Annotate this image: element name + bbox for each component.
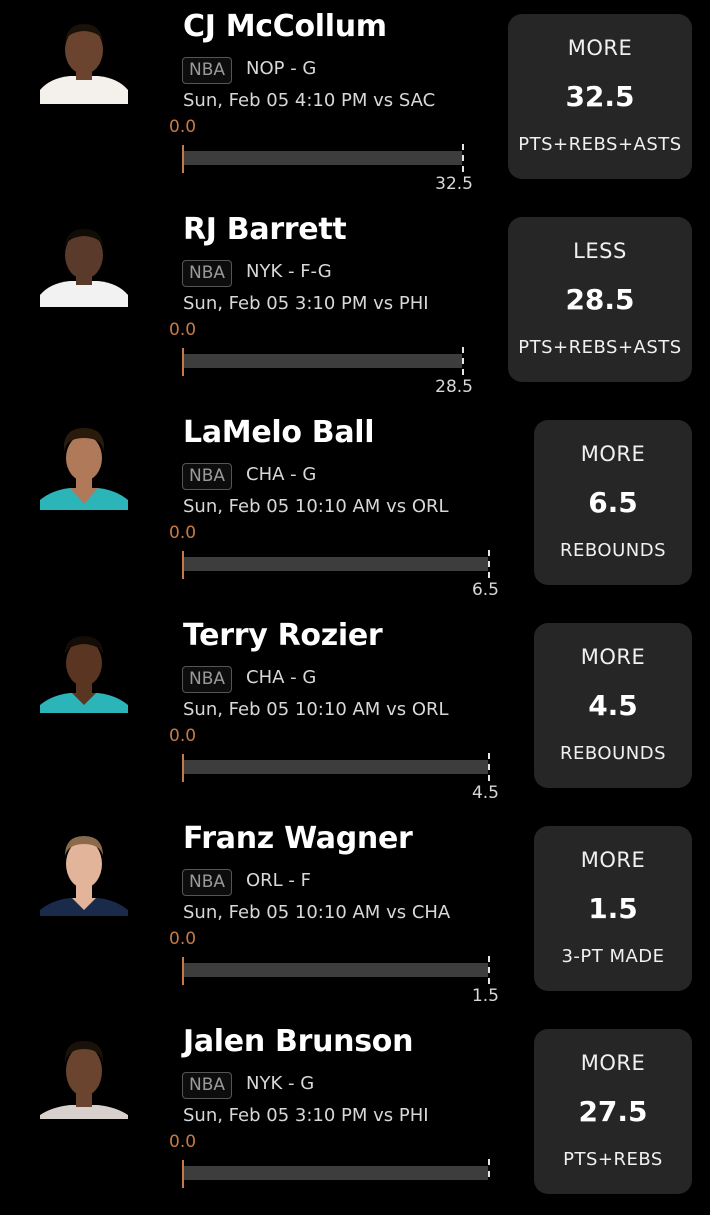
pick-direction: MORE xyxy=(580,645,646,669)
game-info: Sun, Feb 05 4:10 PM vs SAC xyxy=(183,90,436,111)
player-name: Jalen Brunson xyxy=(183,1024,414,1059)
target-stat-value: 6.5 xyxy=(471,580,499,600)
pick-direction: MORE xyxy=(580,442,646,466)
team-position: CHA - G xyxy=(246,667,317,688)
team-position: NYK - F-G xyxy=(246,261,332,282)
league-badge: NBA xyxy=(182,1072,233,1099)
target-stat-value: 1.5 xyxy=(471,986,499,1006)
pick-direction: MORE xyxy=(580,1051,646,1075)
pick-direction: MORE xyxy=(580,848,646,872)
pick-selection-card[interactable]: MORE 1.5 3-PT MADE xyxy=(534,826,692,991)
pick-row: RJ Barrett NBA NYK - F-G Sun, Feb 05 3:1… xyxy=(0,203,710,403)
progress-target-marker xyxy=(462,144,464,172)
pick-selection-card[interactable]: MORE 4.5 REBOUNDS xyxy=(534,623,692,788)
player-name: CJ McCollum xyxy=(183,9,387,44)
league-badge: NBA xyxy=(182,57,233,84)
pick-line-value: 1.5 xyxy=(588,892,638,925)
player-name: Terry Rozier xyxy=(183,618,383,653)
current-stat-value: 0.0 xyxy=(169,117,197,137)
pick-stat-type: 3-PT MADE xyxy=(561,946,665,967)
game-info: Sun, Feb 05 3:10 PM vs PHI xyxy=(183,293,429,314)
target-stat-value: 32.5 xyxy=(435,174,473,194)
pick-line-value: 28.5 xyxy=(565,283,635,316)
player-name: LaMelo Ball xyxy=(183,415,375,450)
player-headshot xyxy=(40,621,128,713)
pick-row: Jalen Brunson NBA NYK - G Sun, Feb 05 3:… xyxy=(0,1015,710,1215)
pick-direction: MORE xyxy=(567,36,633,60)
pick-stat-type: PTS+REBS+ASTS xyxy=(518,337,682,358)
progress-target-marker xyxy=(488,550,490,578)
player-name: Franz Wagner xyxy=(183,821,413,856)
team-position: NOP - G xyxy=(246,58,317,79)
pick-line-value: 4.5 xyxy=(588,689,638,722)
pick-row: LaMelo Ball NBA CHA - G Sun, Feb 05 10:1… xyxy=(0,406,710,606)
pick-selection-card[interactable]: MORE 6.5 REBOUNDS xyxy=(534,420,692,585)
pick-line-value: 27.5 xyxy=(578,1095,648,1128)
current-stat-value: 0.0 xyxy=(169,523,197,543)
pick-row: Franz Wagner NBA ORL - F Sun, Feb 05 10:… xyxy=(0,812,710,1012)
team-position: ORL - F xyxy=(246,870,311,891)
progress-target-marker xyxy=(488,753,490,781)
target-stat-value: 28.5 xyxy=(435,377,473,397)
pick-row: CJ McCollum NBA NOP - G Sun, Feb 05 4:10… xyxy=(0,0,710,200)
pick-stat-type: REBOUNDS xyxy=(559,743,666,764)
pick-selection-card[interactable]: LESS 28.5 PTS+REBS+ASTS xyxy=(508,217,692,382)
league-badge: NBA xyxy=(182,666,233,693)
player-headshot xyxy=(40,12,128,104)
pick-stat-type: PTS+REBS+ASTS xyxy=(518,134,682,155)
current-stat-value: 0.0 xyxy=(169,1132,197,1152)
player-headshot xyxy=(40,1027,128,1119)
current-stat-value: 0.0 xyxy=(169,320,197,340)
progress-target-marker xyxy=(488,956,490,984)
pick-selection-card[interactable]: MORE 32.5 PTS+REBS+ASTS xyxy=(508,14,692,179)
progress-target-marker xyxy=(488,1159,490,1177)
league-badge: NBA xyxy=(182,869,233,896)
player-headshot xyxy=(40,418,128,510)
progress-bar xyxy=(184,1166,488,1180)
progress-bar xyxy=(184,963,488,977)
current-stat-value: 0.0 xyxy=(169,726,197,746)
game-info: Sun, Feb 05 10:10 AM vs ORL xyxy=(183,699,449,720)
pick-stat-type: REBOUNDS xyxy=(559,540,666,561)
game-info: Sun, Feb 05 10:10 AM vs CHA xyxy=(183,902,451,923)
player-headshot xyxy=(40,215,128,307)
progress-bar xyxy=(184,557,488,571)
league-badge: NBA xyxy=(182,260,233,287)
pick-direction: LESS xyxy=(573,239,627,263)
pick-selection-card[interactable]: MORE 27.5 PTS+REBS xyxy=(534,1029,692,1194)
progress-bar xyxy=(184,354,462,368)
progress-bar xyxy=(184,760,488,774)
pick-line-value: 6.5 xyxy=(588,486,638,519)
pick-row: Terry Rozier NBA CHA - G Sun, Feb 05 10:… xyxy=(0,609,710,809)
target-stat-value: 4.5 xyxy=(471,783,499,803)
game-info: Sun, Feb 05 10:10 AM vs ORL xyxy=(183,496,449,517)
player-headshot xyxy=(40,824,128,916)
pick-line-value: 32.5 xyxy=(565,80,635,113)
progress-bar xyxy=(184,151,462,165)
game-info: Sun, Feb 05 3:10 PM vs PHI xyxy=(183,1105,429,1126)
player-name: RJ Barrett xyxy=(183,212,347,247)
team-position: NYK - G xyxy=(246,1073,315,1094)
progress-target-marker xyxy=(462,347,464,375)
pick-stat-type: PTS+REBS xyxy=(563,1149,663,1170)
team-position: CHA - G xyxy=(246,464,317,485)
current-stat-value: 0.0 xyxy=(169,929,197,949)
league-badge: NBA xyxy=(182,463,233,490)
